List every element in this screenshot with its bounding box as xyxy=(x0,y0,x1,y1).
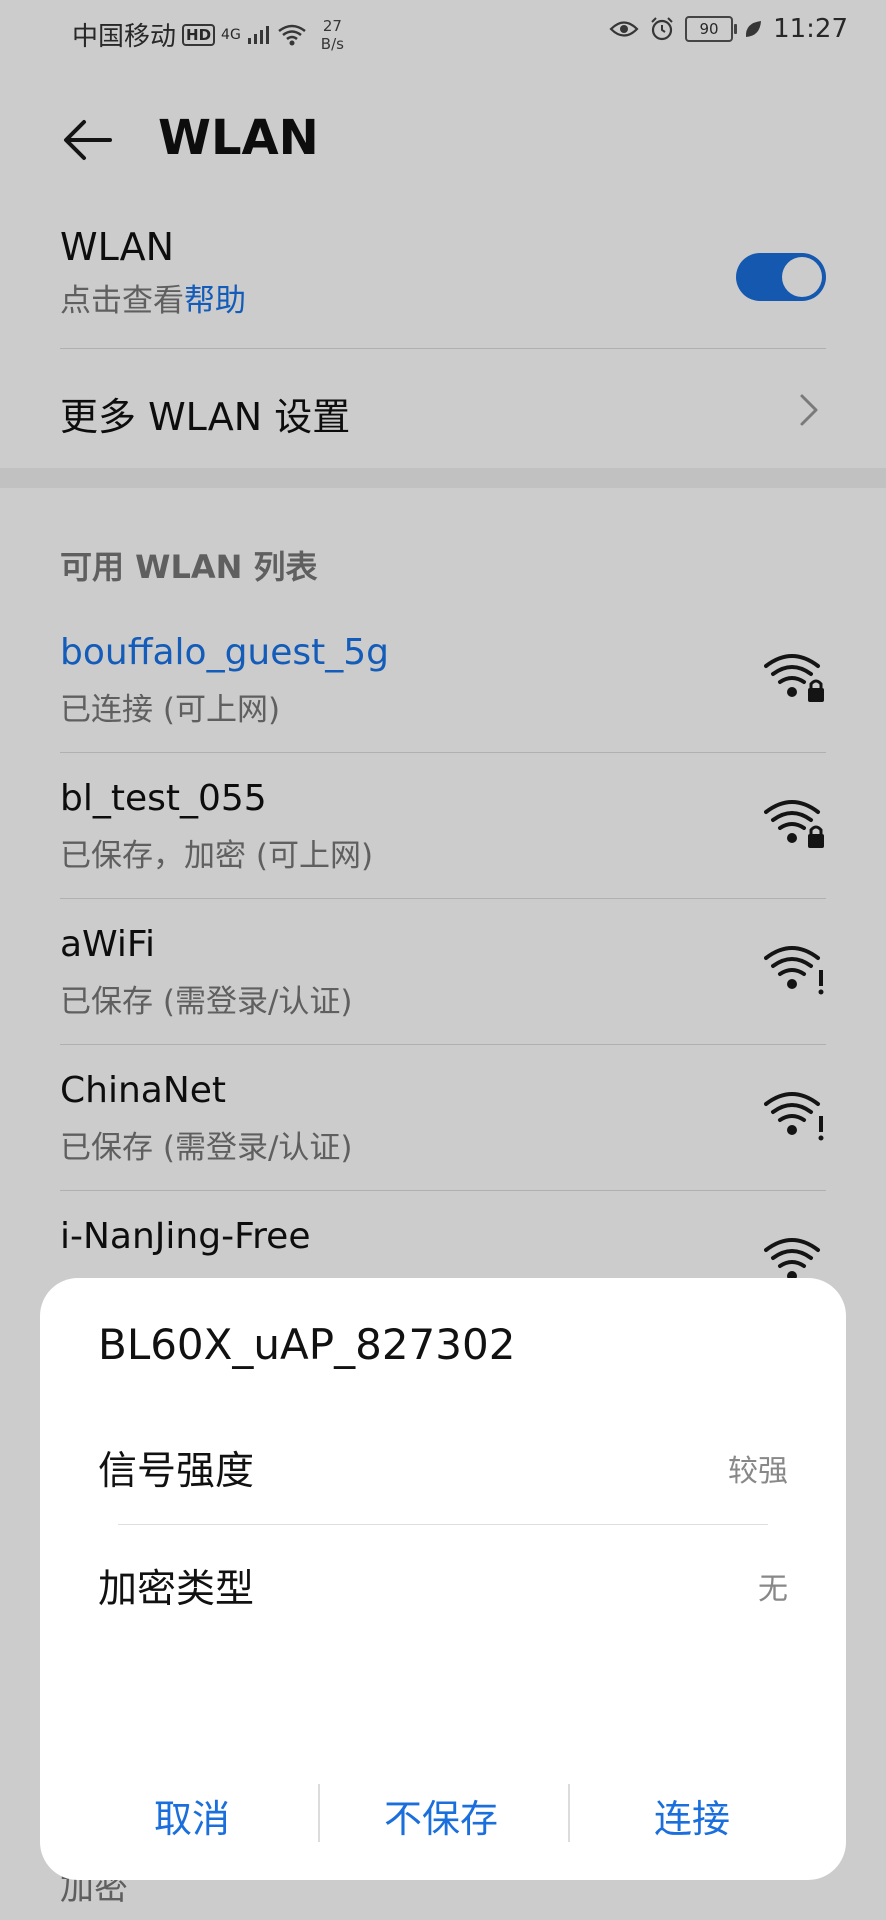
encryption-type-label: 加密类型 xyxy=(98,1567,255,1612)
dialog-actions: 取消 不保存 连接 xyxy=(40,1780,846,1860)
dialog-divider xyxy=(118,1524,768,1525)
action-separator xyxy=(318,1784,320,1842)
dialog-title: BL60X_uAP_827302 xyxy=(98,1320,516,1369)
signal-strength-label: 信号强度 xyxy=(98,1449,255,1494)
signal-strength-row: 信号强度 较强 xyxy=(98,1420,788,1510)
encryption-type-value: 无 xyxy=(758,1572,788,1607)
action-separator xyxy=(568,1784,570,1842)
signal-strength-value: 较强 xyxy=(728,1454,788,1489)
cancel-button[interactable]: 取消 xyxy=(154,1788,230,1843)
forget-button[interactable]: 不保存 xyxy=(384,1788,498,1843)
network-connect-dialog: BL60X_uAP_827302 信号强度 较强 加密类型 无 取消 不保存 连… xyxy=(40,1278,846,1880)
encryption-type-row: 加密类型 无 xyxy=(98,1538,788,1628)
connect-button[interactable]: 连接 xyxy=(654,1788,730,1843)
